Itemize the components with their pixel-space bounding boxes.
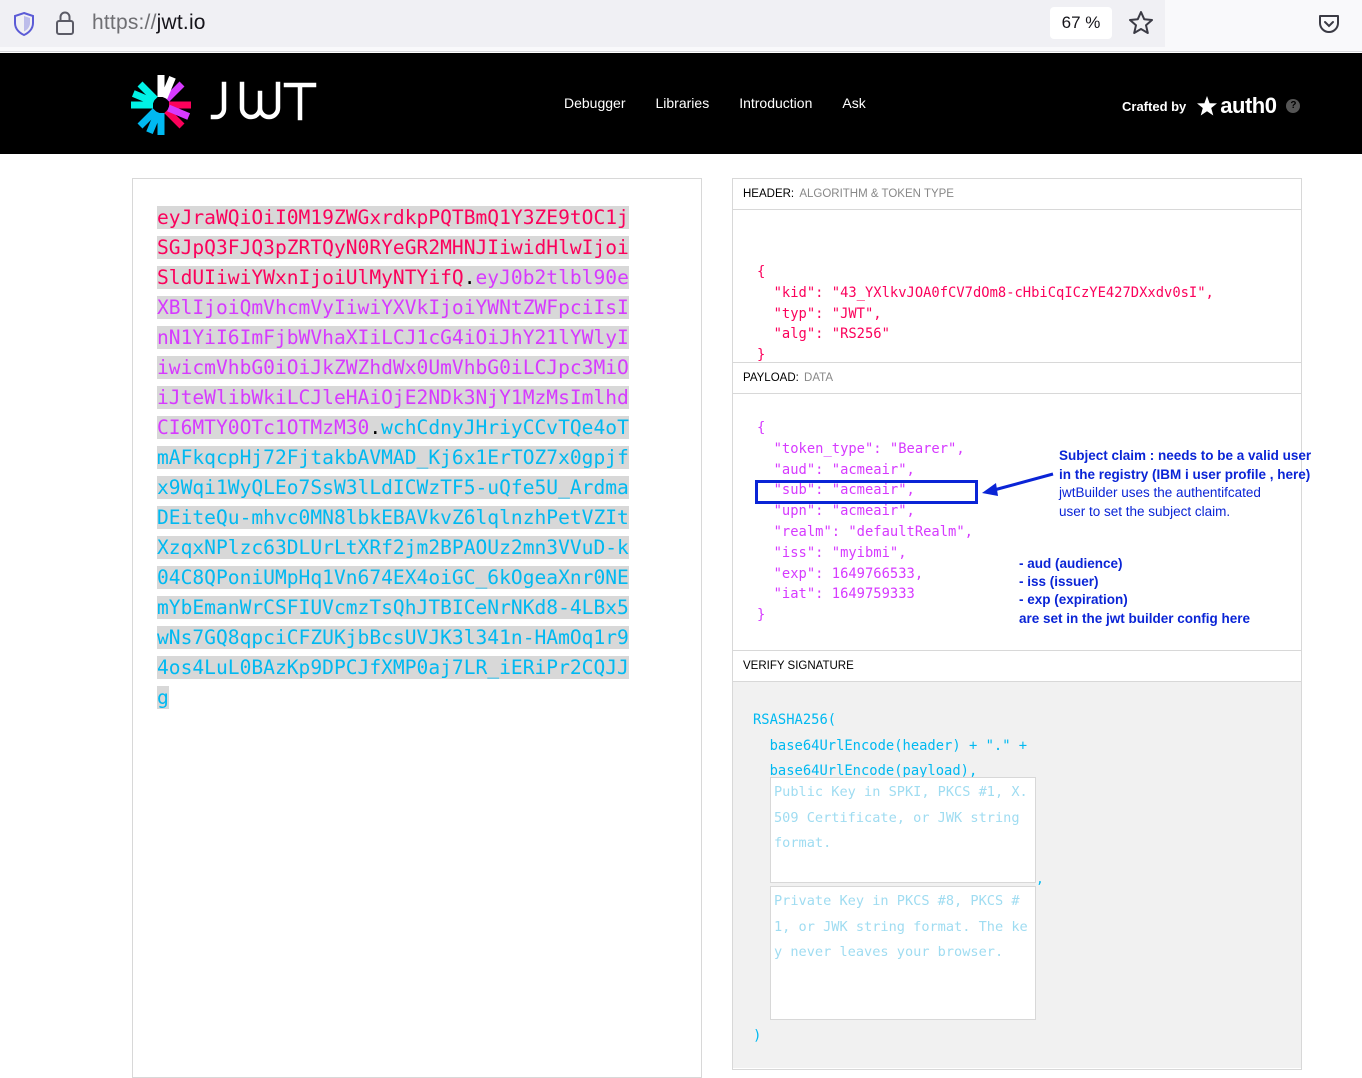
header-json-editor[interactable]: { "kid": "43_YXlkvJOA0fCV7dOm8-cHbiCqICz… bbox=[733, 210, 1301, 363]
token-dot-1: . bbox=[463, 266, 476, 289]
claims-config-note: - aud (audience) - iss (issuer) - exp (e… bbox=[1019, 555, 1250, 628]
zoom-level-button[interactable]: 67 % bbox=[1050, 7, 1112, 39]
header-section-title: HEADER: ALGORITHM & TOKEN TYPE bbox=[733, 179, 1301, 210]
url-scheme: https:// bbox=[92, 11, 157, 34]
subject-note-line-3: jwtBuilder uses the authentifcated bbox=[1059, 485, 1261, 500]
subject-claim-note: Subject claim : needs to be a valid user… bbox=[1059, 447, 1311, 521]
site-header: Debugger Libraries Introduction Ask Craf… bbox=[0, 53, 1362, 154]
token-payload-part: eyJ0b2tlbl90eXBlIjoiQmVhcmVyIiwiYXVkIjoi… bbox=[157, 266, 629, 439]
claims-note-line-1: - aud (audience) bbox=[1019, 556, 1123, 571]
header-title: HEADER: bbox=[743, 188, 795, 200]
header-json[interactable]: { "kid": "43_YXlkvJOA0fCV7dOm8-cHbiCqICz… bbox=[757, 262, 1214, 366]
lock-icon[interactable] bbox=[54, 10, 76, 36]
payload-subtitle: DATA bbox=[804, 372, 833, 384]
url-text[interactable]: https://jwt.io bbox=[92, 11, 206, 35]
pocket-icon[interactable] bbox=[1317, 12, 1341, 36]
payload-json[interactable]: { "token_type": "Bearer", "aud": "acmeai… bbox=[757, 418, 973, 626]
help-icon[interactable]: ? bbox=[1286, 99, 1301, 113]
crafted-by-label: Crafted by bbox=[1122, 98, 1187, 114]
browser-toolbar: https://jwt.io 67 % bbox=[0, 0, 1362, 52]
shield-icon[interactable] bbox=[12, 11, 36, 37]
nav-debugger[interactable]: Debugger bbox=[564, 95, 626, 111]
token-dot-2: . bbox=[369, 416, 382, 439]
payload-title: PAYLOAD: bbox=[743, 372, 799, 384]
subject-note-line-1: Subject claim : needs to be a valid user bbox=[1059, 448, 1312, 463]
signature-comma: , bbox=[1036, 872, 1044, 887]
nav-introduction[interactable]: Introduction bbox=[739, 95, 812, 111]
subject-note-line-4: user to set the subject claim. bbox=[1059, 503, 1231, 519]
signature-section: RSASHA256( base64UrlEncode(header) + "."… bbox=[733, 682, 1301, 1068]
sub-claim-highlight-box bbox=[755, 480, 978, 504]
encoded-token-text[interactable]: eyJraWQiOiI0M19ZWGxrdkpPQTBmQ1Y3ZE9tOC1j… bbox=[157, 203, 629, 713]
jwt-wordmark bbox=[210, 81, 317, 121]
signature-code: RSASHA256( base64UrlEncode(header) + "."… bbox=[753, 712, 1028, 779]
claims-note-line-3: - exp (expiration) bbox=[1019, 592, 1128, 608]
public-key-input[interactable]: Public Key in SPKI, PKCS #1, X.509 Certi… bbox=[770, 777, 1036, 883]
bookmark-star-icon[interactable] bbox=[1127, 9, 1155, 37]
main-nav: Debugger Libraries Introduction Ask bbox=[564, 95, 896, 111]
private-key-input[interactable]: Private Key in PKCS #8, PKCS #1, or JWK … bbox=[770, 886, 1036, 1020]
annotation-arrow-icon bbox=[982, 472, 1054, 496]
url-host: jwt.io bbox=[156, 11, 206, 34]
payload-section-title: PAYLOAD: DATA bbox=[733, 363, 1301, 394]
auth0-logo-icon bbox=[1197, 96, 1218, 116]
claims-note-line-4: are set in the jwt builder config here bbox=[1019, 610, 1251, 626]
header-subtitle: ALGORITHM & TOKEN TYPE bbox=[799, 188, 954, 200]
signature-section-title: VERIFY SIGNATURE bbox=[733, 651, 1301, 682]
encoded-token-panel[interactable]: eyJraWQiOiI0M19ZWGxrdkpPQTBmQ1Y3ZE9tOC1j… bbox=[132, 178, 702, 1078]
nav-ask[interactable]: Ask bbox=[842, 95, 865, 111]
jwt-logo-icon[interactable] bbox=[130, 74, 192, 136]
address-bar[interactable]: https://jwt.io 67 % bbox=[0, 0, 1165, 47]
subject-note-line-2: in the registry (IBM i user profile , he… bbox=[1059, 466, 1311, 482]
nav-libraries[interactable]: Libraries bbox=[656, 95, 710, 111]
signature-close-paren: ) bbox=[753, 1028, 762, 1044]
auth0-brand: auth0 bbox=[1220, 93, 1277, 118]
token-signature-part: wchCdnyJHriyCCvTQe4oTmAFkqcpHj72FjtakbAV… bbox=[157, 416, 629, 709]
crafted-by-link[interactable]: Crafted by auth0 ? bbox=[1122, 93, 1301, 119]
claims-note-line-2: - iss (issuer) bbox=[1019, 574, 1099, 590]
